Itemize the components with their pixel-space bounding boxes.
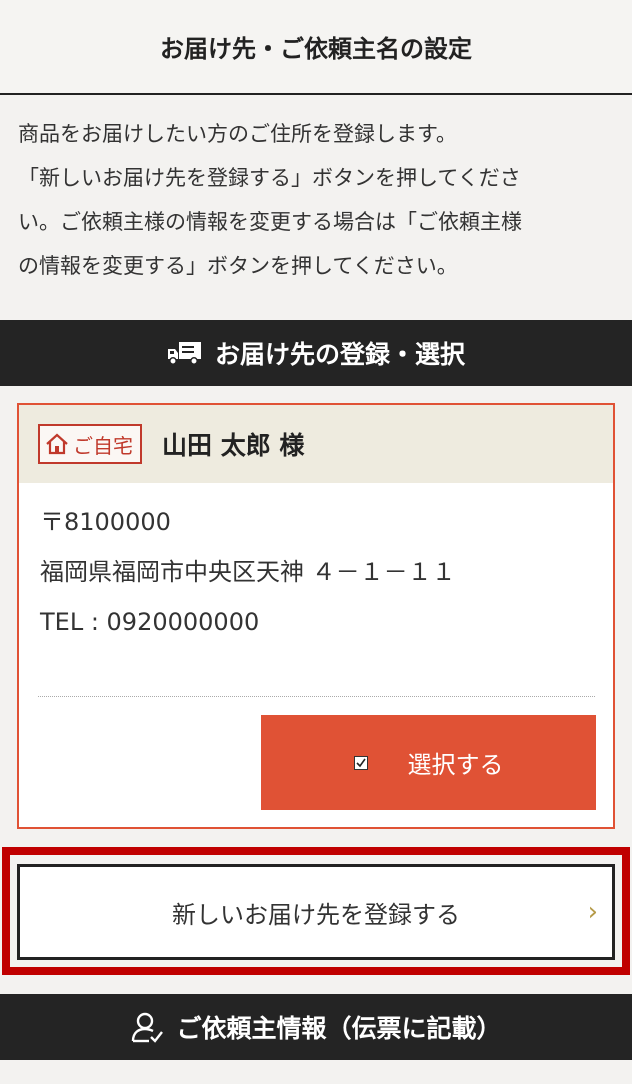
home-tag: ご自宅 [38,424,142,464]
sender-section-title: ご依頼主情報（伝票に記載） [176,1014,502,1043]
recipient-name: 山田 太郎 様 [162,431,305,460]
sender-section-header: ご依頼主情報（伝票に記載） [0,994,632,1060]
intro-line: 商品をお届けしたい方のご住所を登録します。 [18,122,457,146]
select-address-button[interactable]: 選択する [261,715,596,810]
home-icon [46,433,68,455]
person-check-icon [130,1010,164,1044]
address-card: ご自宅 山田 太郎 様 〒8100000 福岡県福岡市中央区天神 ４－１－１１ … [17,403,615,829]
intro-text: 商品をお届けしたい方のご住所を登録します。 「新しいお届け先を登録する」ボタンを… [18,112,618,288]
phone-number: TEL : 0920000000 [40,608,260,636]
add-new-address-label: 新しいお届け先を登録する [172,900,460,929]
street-address: 福岡県福岡市中央区天神 ４－１－１１ [40,558,456,586]
select-address-label: 選択する [407,751,504,779]
divider [38,696,595,697]
intro-line: の情報を変更する」ボタンを押してください。 [18,254,458,278]
page-title: お届け先・ご依頼主名の設定 [0,0,632,95]
chevron-right-icon: › [587,897,598,927]
intro-line: 「新しいお届け先を登録する」ボタンを押してくださ [18,166,521,190]
add-new-address-button[interactable]: 新しいお届け先を登録する › [17,864,615,960]
address-card-header: ご自宅 山田 太郎 様 [19,405,613,483]
address-details: 〒8100000 福岡県福岡市中央区天神 ４－１－１１ TEL : 092000… [19,483,613,647]
checkbox-icon [353,755,368,770]
delivery-section-title: お届け先の登録・選択 [214,340,465,369]
intro-line: い。ご依頼主様の情報を変更する場合は「ご依頼主様 [18,210,522,234]
home-tag-label: ご自宅 [73,433,133,458]
postal-code: 〒8100000 [40,508,171,536]
truck-icon [167,340,203,366]
delivery-section-header: お届け先の登録・選択 [0,320,632,386]
